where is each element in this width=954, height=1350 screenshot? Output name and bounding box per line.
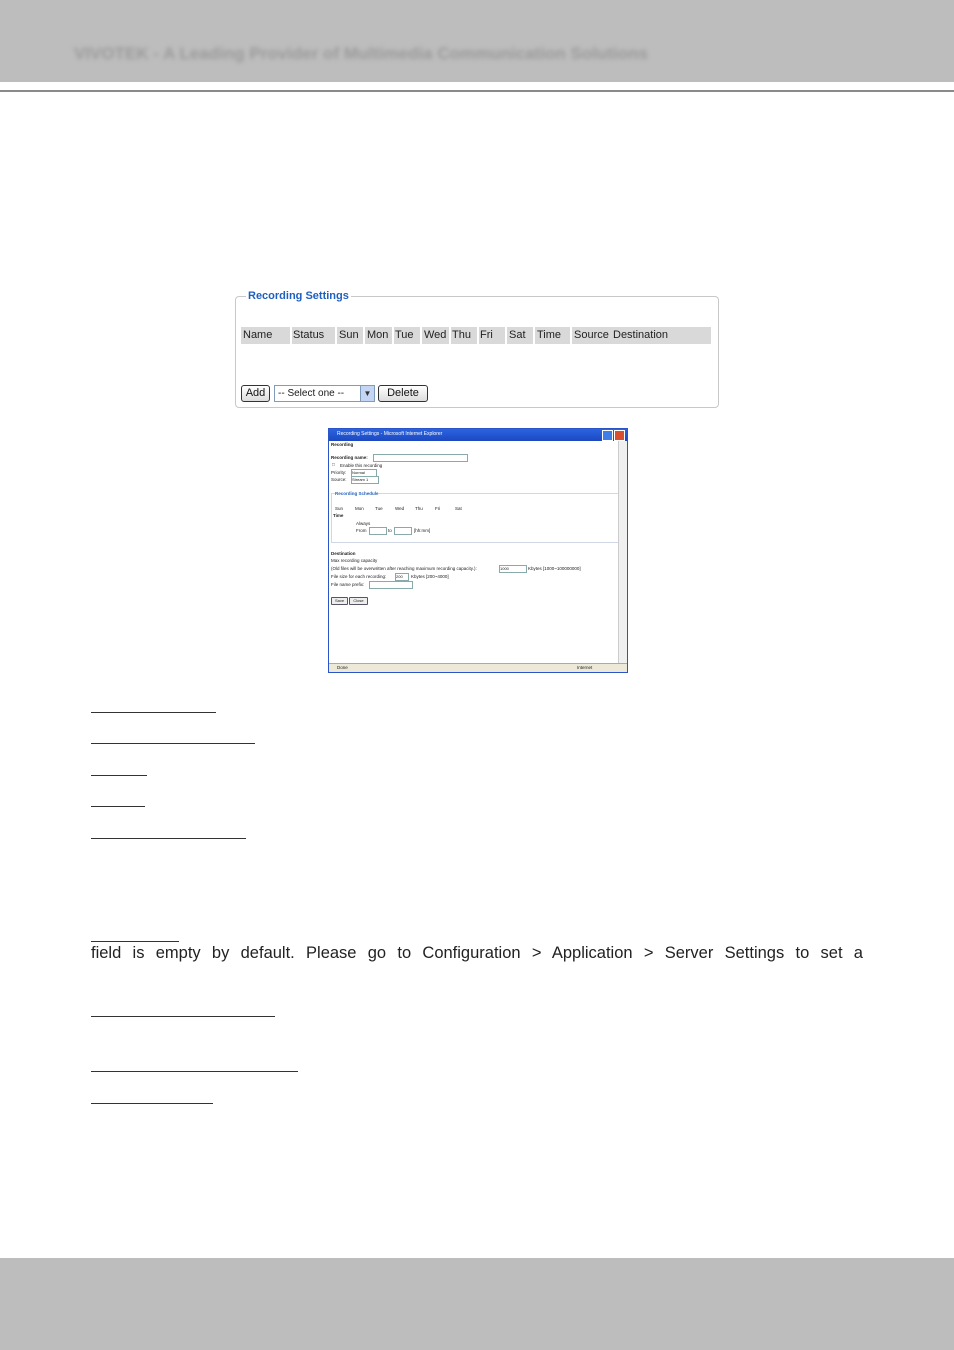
- column-sat: Sat: [509, 329, 526, 341]
- underlined-item: [91, 712, 216, 713]
- column-sun: Sun: [339, 329, 359, 341]
- column-separator: [477, 327, 479, 344]
- underlined-item: [91, 743, 255, 744]
- priority-label: Priority:: [331, 470, 347, 475]
- column-source: Source: [574, 329, 609, 341]
- header-divider: [0, 90, 954, 92]
- header-title: VIVOTEK - A Leading Provider of Multimed…: [74, 44, 648, 63]
- column-separator: [533, 327, 535, 344]
- dialog-titlebar: Recording Settings - Microsoft Internet …: [329, 429, 627, 441]
- underlined-item: [91, 1103, 213, 1104]
- underlined-item: [91, 806, 145, 807]
- dialog-title: Recording Settings - Microsoft Internet …: [337, 431, 443, 437]
- time-label: Time: [333, 513, 344, 518]
- source-select: Stream 1: [351, 476, 379, 484]
- prefix-label: File name prefix:: [331, 582, 365, 587]
- column-separator: [570, 327, 572, 344]
- underlined-item: [91, 775, 147, 776]
- recording-dialog-screenshot: Recording Settings - Microsoft Internet …: [328, 428, 628, 673]
- day-wed: Wed: [395, 506, 405, 511]
- column-name: Name: [243, 329, 273, 341]
- recording-select[interactable]: -- Select one -- ▼: [274, 385, 375, 402]
- schedule-title: Recording Schedule: [335, 491, 379, 496]
- status-internet: Internet: [577, 665, 593, 670]
- enable-recording-checkbox: □: [332, 462, 335, 467]
- close-icon: [614, 430, 625, 441]
- column-separator: [420, 327, 422, 344]
- to-label: to: [388, 528, 392, 533]
- select-value: -- Select one --: [278, 388, 345, 399]
- column-separator: [449, 327, 451, 344]
- prefix-field: [369, 581, 413, 589]
- overwrite-field: 1000: [499, 565, 527, 573]
- column-separator: [363, 327, 365, 344]
- column-thu: Thu: [452, 329, 471, 341]
- recording-name-label: Recording name:: [331, 455, 368, 460]
- column-tue: Tue: [395, 329, 414, 341]
- page-footer: [0, 1258, 954, 1350]
- column-separator: [505, 327, 507, 344]
- underlined-item: [91, 838, 246, 839]
- max-capacity-label: Max recording capacity: [331, 558, 378, 563]
- delete-button[interactable]: Delete: [378, 385, 428, 402]
- overwrite-range: Kbytes [1000~100000000]: [528, 566, 581, 571]
- day-mon: Mon: [355, 506, 364, 511]
- body-paragraph: field is empty by default. Please go to …: [91, 944, 863, 962]
- underlined-item: [91, 1071, 298, 1072]
- underlined-item: [91, 941, 179, 942]
- recording-settings-table-header: Name Status Sun Mon Tue Wed Thu Fri Sat …: [241, 327, 711, 344]
- status-done: Done: [337, 665, 348, 670]
- hhmm-label: [hh:mm]: [414, 528, 431, 533]
- day-sat: Sat: [455, 506, 462, 511]
- file-size-label: File size for each recording:: [331, 574, 387, 579]
- overwrite-label: (Old files will be overwritten after rea…: [331, 566, 477, 571]
- dialog-scrollbar: [618, 441, 627, 664]
- maximize-icon: [602, 430, 613, 441]
- from-label: From: [356, 528, 367, 533]
- column-separator: [335, 327, 337, 344]
- column-wed: Wed: [424, 329, 447, 341]
- column-separator: [290, 327, 292, 344]
- file-size-field: 200: [395, 573, 409, 581]
- save-button: Save: [331, 597, 348, 605]
- page-header: VIVOTEK - A Leading Provider of Multimed…: [0, 0, 954, 82]
- dialog-statusbar: Done Internet: [329, 663, 627, 672]
- column-status: Status: [293, 329, 325, 341]
- dialog-tab: Recording: [331, 442, 354, 447]
- close-button: Close: [349, 597, 368, 605]
- column-fri: Fri: [480, 329, 493, 341]
- always-label: Always: [356, 521, 371, 526]
- schedule-box: [331, 493, 619, 543]
- day-thu: Thu: [415, 506, 423, 511]
- underlined-item: [91, 1016, 275, 1017]
- recording-name-field: [373, 454, 468, 462]
- file-size-range: Kbytes [200~4000]: [411, 574, 449, 579]
- add-button[interactable]: Add: [241, 385, 270, 402]
- recording-settings-legend: Recording Settings: [246, 290, 351, 302]
- day-fri: Fri: [435, 506, 441, 511]
- destination-label: Destination: [331, 551, 356, 556]
- enable-recording-label: Enable this recording: [340, 463, 383, 468]
- source-label: Source:: [331, 477, 347, 482]
- column-time: Time: [537, 329, 562, 341]
- chevron-down-icon[interactable]: ▼: [360, 386, 374, 401]
- column-mon: Mon: [367, 329, 389, 341]
- day-tue: Tue: [375, 506, 383, 511]
- to-time-field: [394, 527, 412, 535]
- column-separator: [392, 327, 394, 344]
- day-sun: Sun: [335, 506, 344, 511]
- from-time-field: [369, 527, 387, 535]
- column-destination: Destination: [613, 329, 669, 341]
